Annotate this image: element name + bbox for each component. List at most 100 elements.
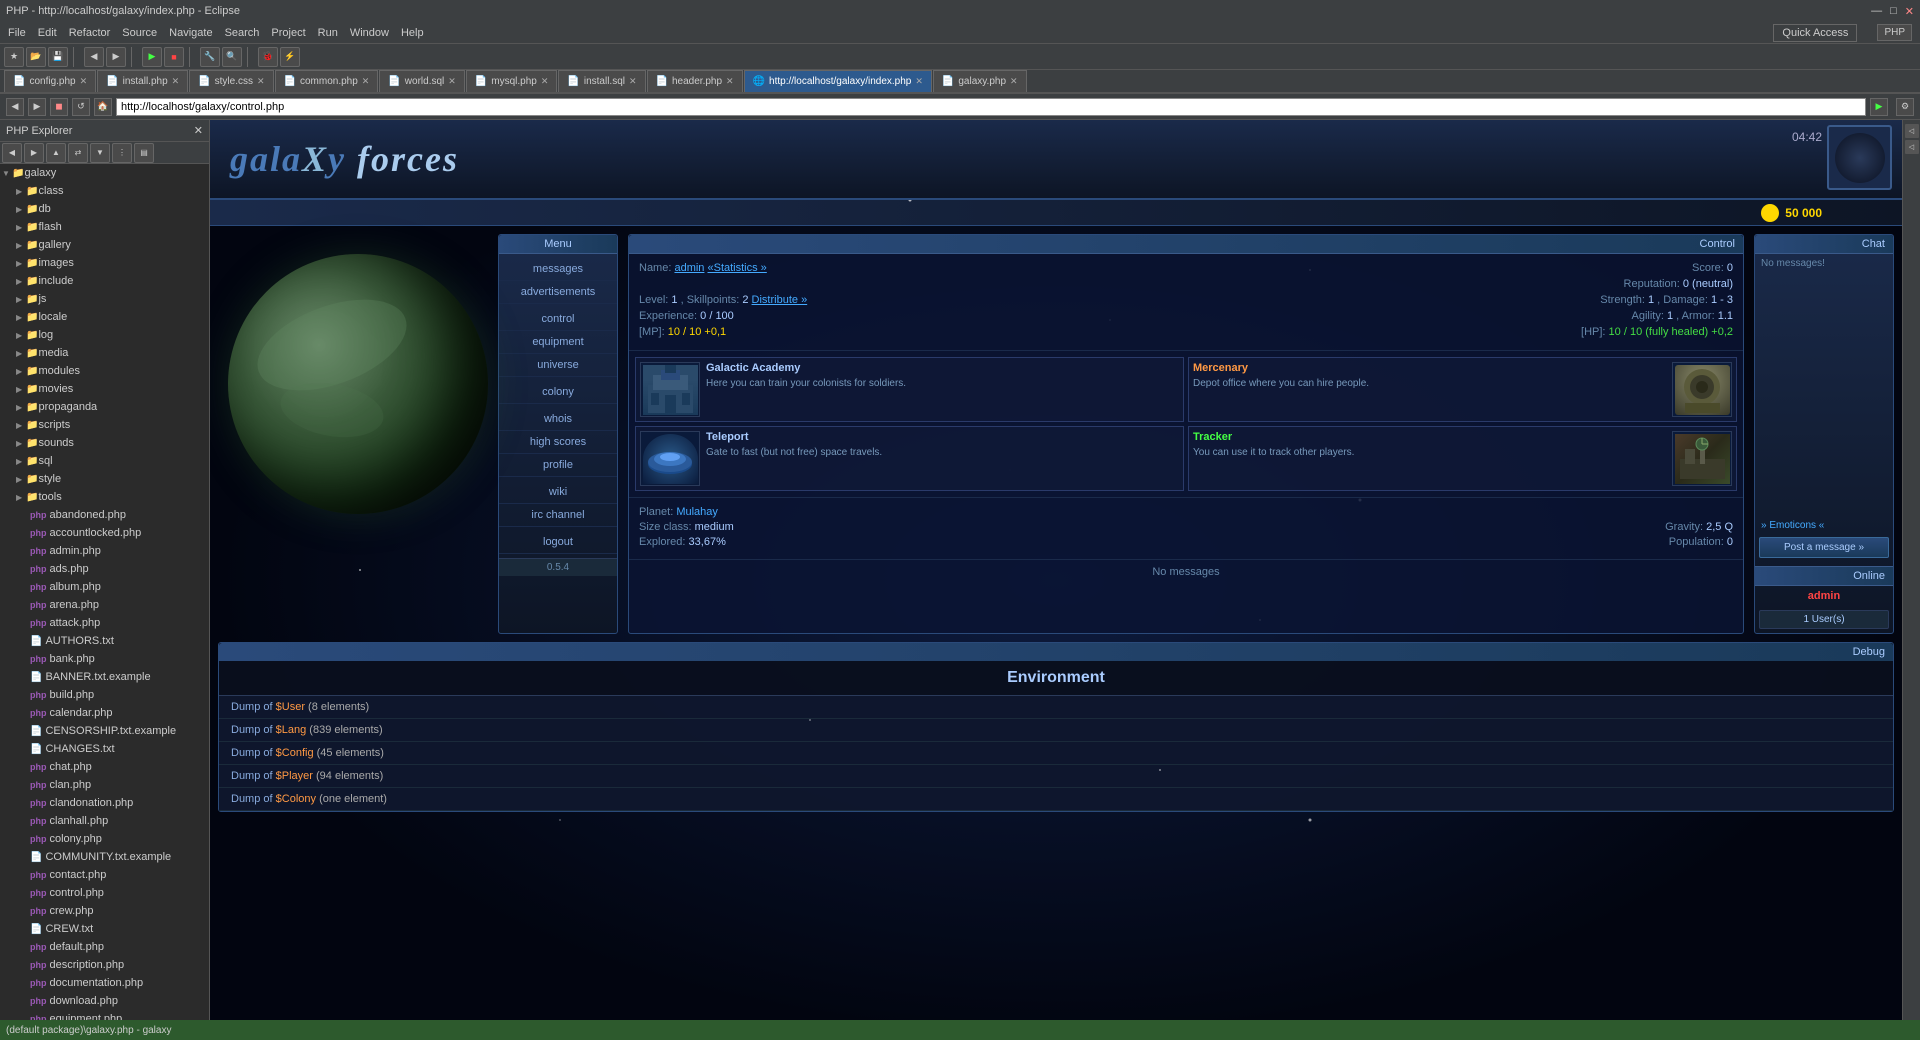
tab-config-php[interactable]: 📄 config.php ✕ bbox=[4, 70, 96, 92]
dump-user[interactable]: Dump of $User (8 elements) bbox=[219, 696, 1893, 719]
search-btn[interactable]: 🔍 bbox=[222, 47, 242, 67]
menu-highscores[interactable]: high scores bbox=[499, 431, 617, 454]
tree-file-crew-txt[interactable]: 📄 CREW.txt bbox=[0, 920, 209, 938]
tree-file-chat[interactable]: php chat.php bbox=[0, 758, 209, 776]
menu-edit[interactable]: Edit bbox=[38, 27, 57, 39]
menu-whois[interactable]: whois bbox=[499, 408, 617, 431]
dump-config[interactable]: Dump of $Config (45 elements) bbox=[219, 742, 1893, 765]
run-btn[interactable]: ▶ bbox=[142, 47, 162, 67]
tab-install-sql[interactable]: 📄 install.sql ✕ bbox=[558, 70, 645, 92]
debug-btn[interactable]: 🐞 bbox=[258, 47, 278, 67]
menu-advertisements[interactable]: advertisements bbox=[499, 281, 617, 304]
tree-root[interactable]: ▼ 📁 galaxy bbox=[0, 164, 209, 182]
close-tab-install-sql[interactable]: ✕ bbox=[629, 76, 637, 87]
close-tab-header[interactable]: ✕ bbox=[726, 76, 734, 87]
explorer-back[interactable]: ◀ bbox=[2, 143, 22, 163]
nav-back[interactable]: ◀ bbox=[6, 98, 24, 116]
tree-file-calendar[interactable]: php calendar.php bbox=[0, 704, 209, 722]
build-btn[interactable]: 🔧 bbox=[200, 47, 220, 67]
close-tab-install[interactable]: ✕ bbox=[172, 76, 180, 87]
dump-colony[interactable]: Dump of $Colony (one element) bbox=[219, 788, 1893, 811]
menu-help[interactable]: Help bbox=[401, 27, 424, 39]
menu-equipment[interactable]: equipment bbox=[499, 331, 617, 354]
tree-file-clanhall[interactable]: php clanhall.php bbox=[0, 812, 209, 830]
explorer-sync[interactable]: ⇄ bbox=[68, 143, 88, 163]
right-icon-1[interactable]: ◁ bbox=[1905, 124, 1919, 138]
tree-folder-sql[interactable]: ▶ 📁 sql bbox=[0, 452, 209, 470]
tree-file-build[interactable]: php build.php bbox=[0, 686, 209, 704]
tree-file-ads[interactable]: php ads.php bbox=[0, 560, 209, 578]
menu-file[interactable]: File bbox=[8, 27, 26, 39]
dump-player[interactable]: Dump of $Player (94 elements) bbox=[219, 765, 1893, 788]
tree-folder-movies[interactable]: ▶ 📁 movies bbox=[0, 380, 209, 398]
explorer-menu[interactable]: ⋮ bbox=[112, 143, 132, 163]
tree-file-banner[interactable]: 📄 BANNER.txt.example bbox=[0, 668, 209, 686]
close-tab-common[interactable]: ✕ bbox=[362, 76, 370, 87]
dump-lang[interactable]: Dump of $Lang (839 elements) bbox=[219, 719, 1893, 742]
tree-folder-include[interactable]: ▶ 📁 include bbox=[0, 272, 209, 290]
menu-profile[interactable]: profile bbox=[499, 454, 617, 477]
tree-file-bank[interactable]: php bank.php bbox=[0, 650, 209, 668]
emoticons-link[interactable]: » Emoticons « bbox=[1755, 518, 1893, 533]
service-academy[interactable]: Galactic Academy Here you can train your… bbox=[635, 357, 1184, 422]
tree-folder-log[interactable]: ▶ 📁 log bbox=[0, 326, 209, 344]
save-btn[interactable]: 💾 bbox=[48, 47, 68, 67]
tree-file-crew[interactable]: php crew.php bbox=[0, 902, 209, 920]
nav-stop[interactable]: ◼ bbox=[50, 98, 68, 116]
tree-folder-tools[interactable]: ▶ 📁 tools bbox=[0, 488, 209, 506]
explorer-up[interactable]: ▲ bbox=[46, 143, 66, 163]
new-btn[interactable]: ★ bbox=[4, 47, 24, 67]
tab-mysql-php[interactable]: 📄 mysql.php ✕ bbox=[466, 70, 558, 92]
tree-file-control[interactable]: php control.php bbox=[0, 884, 209, 902]
profile-btn[interactable]: ⚡ bbox=[280, 47, 300, 67]
close-tab-config[interactable]: ✕ bbox=[80, 76, 88, 87]
tree-file-changes[interactable]: 📄 CHANGES.txt bbox=[0, 740, 209, 758]
menu-source[interactable]: Source bbox=[122, 27, 157, 39]
nav-refresh[interactable]: ↺ bbox=[72, 98, 90, 116]
explorer-close[interactable]: ✕ bbox=[194, 124, 203, 137]
tree-file-censorship[interactable]: 📄 CENSORSHIP.txt.example bbox=[0, 722, 209, 740]
tree-folder-scripts[interactable]: ▶ 📁 scripts bbox=[0, 416, 209, 434]
menu-logout[interactable]: logout bbox=[499, 531, 617, 554]
forward-btn[interactable]: ▶ bbox=[106, 47, 126, 67]
tree-file-clandonation[interactable]: php clandonation.php bbox=[0, 794, 209, 812]
menu-irc[interactable]: irc channel bbox=[499, 504, 617, 527]
tree-file-default[interactable]: php default.php bbox=[0, 938, 209, 956]
menu-navigate[interactable]: Navigate bbox=[169, 27, 212, 39]
tab-install-php[interactable]: 📄 install.php ✕ bbox=[97, 70, 188, 92]
tab-galaxy-php[interactable]: 📄 galaxy.php ✕ bbox=[933, 70, 1027, 92]
tab-common-php[interactable]: 📄 common.php ✕ bbox=[275, 70, 379, 92]
tree-file-arena[interactable]: php arena.php bbox=[0, 596, 209, 614]
menu-wiki[interactable]: wiki bbox=[499, 481, 617, 504]
tree-file-documentation[interactable]: php documentation.php bbox=[0, 974, 209, 992]
tree-folder-images[interactable]: ▶ 📁 images bbox=[0, 254, 209, 272]
tree-file-album[interactable]: php album.php bbox=[0, 578, 209, 596]
close-tab-mysql[interactable]: ✕ bbox=[541, 76, 549, 87]
nav-home[interactable]: 🏠 bbox=[94, 98, 112, 116]
close-tab-galaxy[interactable]: ✕ bbox=[1010, 76, 1018, 87]
tab-galaxy-index[interactable]: 🌐 http://localhost/galaxy/index.php ✕ bbox=[744, 70, 932, 92]
tree-file-admin[interactable]: php admin.php bbox=[0, 542, 209, 560]
menu-control[interactable]: control bbox=[499, 308, 617, 331]
nav-forward[interactable]: ▶ bbox=[28, 98, 46, 116]
post-message-btn[interactable]: Post a message » bbox=[1759, 537, 1889, 558]
quick-access-field[interactable]: Quick Access bbox=[1773, 24, 1857, 42]
tree-file-attack[interactable]: php attack.php bbox=[0, 614, 209, 632]
tab-header-php[interactable]: 📄 header.php ✕ bbox=[647, 70, 743, 92]
tree-file-download[interactable]: php download.php bbox=[0, 992, 209, 1010]
tree-folder-media[interactable]: ▶ 📁 media bbox=[0, 344, 209, 362]
menu-run[interactable]: Run bbox=[318, 27, 338, 39]
tree-folder-js[interactable]: ▶ 📁 js bbox=[0, 290, 209, 308]
stop-btn[interactable]: ■ bbox=[164, 47, 184, 67]
tab-style-css[interactable]: 📄 style.css ✕ bbox=[189, 70, 273, 92]
tree-folder-gallery[interactable]: ▶ 📁 gallery bbox=[0, 236, 209, 254]
tree-file-community[interactable]: 📄 COMMUNITY.txt.example bbox=[0, 848, 209, 866]
tree-file-authors[interactable]: 📄 AUTHORS.txt bbox=[0, 632, 209, 650]
menu-messages[interactable]: messages bbox=[499, 258, 617, 281]
menu-colony[interactable]: colony bbox=[499, 381, 617, 404]
player-name[interactable]: admin bbox=[674, 262, 704, 274]
tree-file-clan[interactable]: php clan.php bbox=[0, 776, 209, 794]
menu-project[interactable]: Project bbox=[271, 27, 305, 39]
service-tracker[interactable]: Tracker You can use it to track other pl… bbox=[1188, 426, 1737, 491]
tree-file-colony[interactable]: php colony.php bbox=[0, 830, 209, 848]
